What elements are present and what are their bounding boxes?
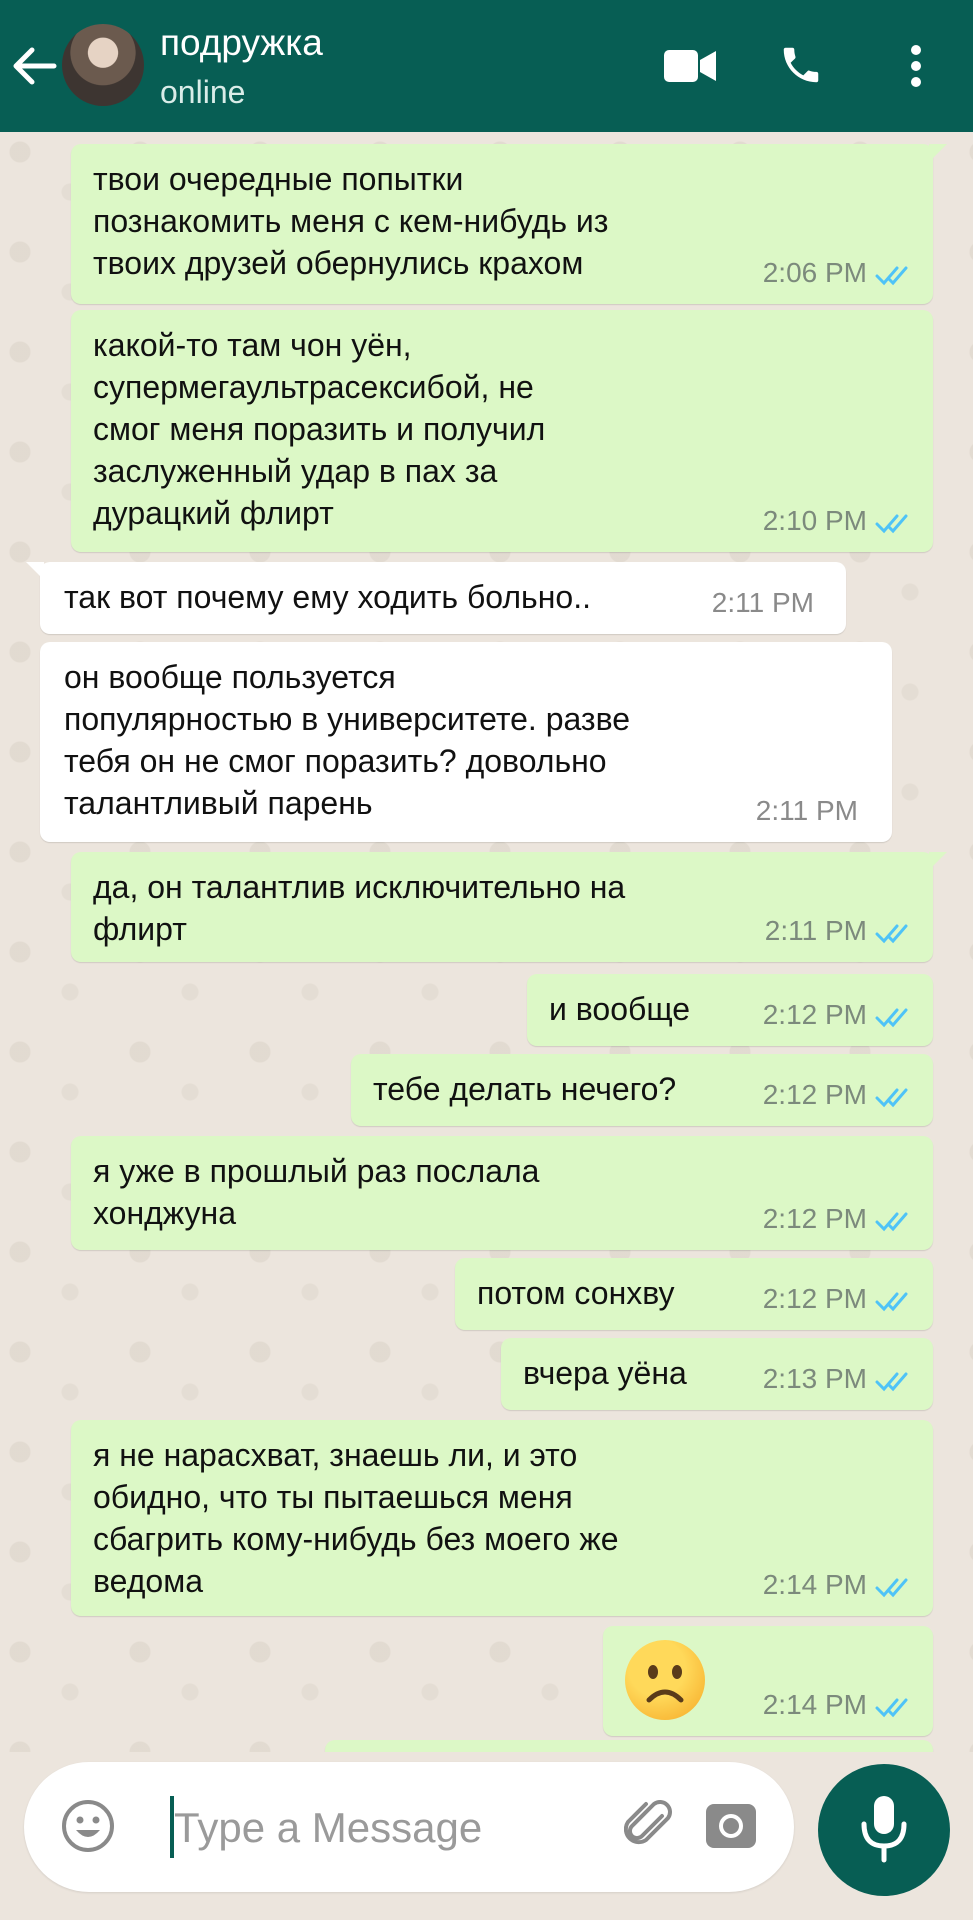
phone-icon[interactable] [778, 42, 824, 88]
message-text: и вообще [549, 991, 691, 1027]
message-meta: 2:12 PM [763, 1074, 915, 1116]
frowning-face-emoji [625, 1640, 705, 1720]
emoji-icon[interactable] [60, 1798, 116, 1854]
read-receipt-icon [875, 514, 908, 533]
message-time: 2:14 PM [762, 1569, 867, 1600]
message-meta: 2:13 PM [763, 1358, 915, 1400]
contact-status: online [160, 74, 246, 110]
avatar[interactable] [62, 24, 144, 106]
message-text: он вообще пользуется популярностью в уни… [64, 659, 631, 821]
read-receipt-icon [875, 1578, 908, 1597]
message-outgoing[interactable]: какой-то там чон уён, супермегаультрасек… [71, 310, 933, 552]
message-meta: 2:12 PM [763, 1278, 915, 1320]
message-time: 2:12 PM [762, 1079, 867, 1110]
message-outgoing-partial [325, 1740, 933, 1752]
message-text: да, он талантлив исключительно на флирт [93, 869, 626, 947]
message-text: потом сонхву [477, 1275, 675, 1311]
chat-header: подружка online [0, 0, 973, 132]
message-outgoing[interactable]: я не нарасхват, знаешь ли, и это обидно,… [71, 1420, 933, 1616]
message-composer [24, 1762, 794, 1892]
message-outgoing[interactable]: 2:14 PM [603, 1626, 933, 1736]
message-time: 2:10 PM [762, 505, 867, 536]
message-text: тебе делать нечего? [373, 1071, 677, 1107]
message-time: 2:12 PM [762, 999, 867, 1030]
message-outgoing[interactable]: твои очередные попытки познакомить меня … [71, 144, 947, 304]
chat-messages[interactable]: твои очередные попытки познакомить меня … [0, 132, 973, 1752]
back-arrow-icon[interactable] [10, 44, 58, 88]
message-meta: 2:14 PM [763, 1684, 915, 1726]
message-text: какой-то там чон уён, супермегаультрасек… [93, 327, 546, 531]
video-call-icon[interactable] [664, 48, 716, 84]
message-text: вчера уёна [523, 1355, 687, 1391]
message-time: 2:14 PM [762, 1689, 867, 1720]
message-time: 2:13 PM [762, 1363, 867, 1394]
read-receipt-icon [875, 1212, 908, 1231]
message-incoming[interactable]: так вот почему ему ходить больно.. 2:11 … [26, 562, 846, 634]
message-text: я уже в прошлый раз послала хонджуна [93, 1153, 540, 1231]
message-meta: 2:10 PM [763, 500, 915, 542]
read-receipt-icon [875, 266, 908, 285]
message-meta: 2:12 PM [763, 994, 915, 1036]
message-time: 2:06 PM [762, 257, 867, 288]
more-vert-icon[interactable] [906, 44, 926, 88]
message-text: твои очередные попытки познакомить меня … [93, 161, 609, 281]
message-outgoing[interactable]: вчера уёна 2:13 PM [501, 1338, 933, 1410]
read-receipt-icon [875, 1008, 908, 1027]
camera-icon[interactable] [704, 1798, 758, 1852]
message-incoming[interactable]: он вообще пользуется популярностью в уни… [40, 642, 892, 842]
message-text: так вот почему ему ходить больно.. [64, 579, 591, 615]
paperclip-icon[interactable] [624, 1798, 680, 1854]
message-time: 2:11 PM [755, 795, 858, 826]
message-input[interactable] [172, 1792, 616, 1864]
read-receipt-icon [875, 1372, 908, 1391]
contact-name[interactable]: подружка [160, 22, 323, 64]
message-time: 2:12 PM [762, 1203, 867, 1234]
message-meta: 2:06 PM [763, 252, 915, 294]
message-outgoing[interactable]: тебе делать нечего? 2:12 PM [351, 1054, 933, 1126]
message-text: я не нарасхват, знаешь ли, и это обидно,… [93, 1437, 619, 1599]
read-receipt-icon [875, 924, 908, 943]
read-receipt-icon [875, 1698, 908, 1717]
message-outgoing[interactable]: и вообще 2:12 PM [527, 974, 933, 1046]
message-outgoing[interactable]: да, он талантлив исключительно на флирт … [71, 852, 947, 962]
microphone-button[interactable] [818, 1764, 950, 1896]
read-receipt-icon [875, 1088, 908, 1107]
message-time: 2:11 PM [711, 587, 814, 618]
read-receipt-icon [875, 1292, 908, 1311]
message-meta: 2:12 PM [763, 1198, 915, 1240]
message-time: 2:12 PM [762, 1283, 867, 1314]
message-time: 2:11 PM [764, 915, 867, 946]
message-meta: 2:11 PM [765, 910, 915, 952]
microphone-icon [861, 1796, 907, 1863]
message-outgoing[interactable]: я уже в прошлый раз послала хонджуна 2:1… [71, 1136, 933, 1250]
message-meta: 2:14 PM [763, 1564, 915, 1606]
message-outgoing[interactable]: потом сонхву 2:12 PM [455, 1258, 933, 1330]
